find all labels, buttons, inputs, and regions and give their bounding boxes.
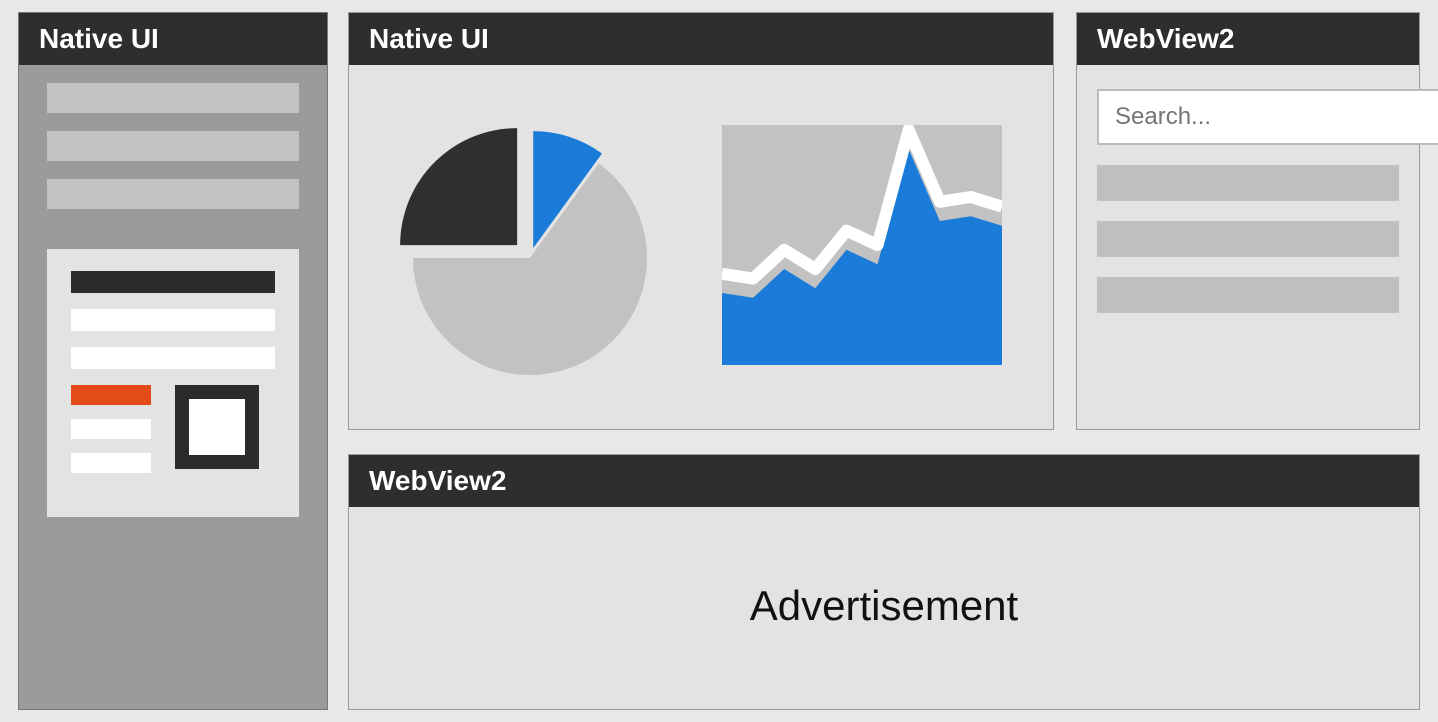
search-input[interactable]: [1097, 89, 1438, 145]
sidebar-item[interactable]: [47, 131, 299, 161]
panel-title: WebView2: [349, 455, 1419, 507]
card-text-line: [71, 309, 275, 331]
native-ui-charts-panel: Native UI: [348, 12, 1054, 430]
native-ui-sidebar-panel: Native UI: [18, 12, 328, 710]
sidebar-item[interactable]: [47, 179, 299, 209]
sidebar-item[interactable]: [47, 83, 299, 113]
card-text-line: [71, 419, 151, 439]
card-accent-bar: [71, 385, 151, 405]
result-item[interactable]: [1097, 221, 1399, 257]
panel-title: Native UI: [19, 13, 327, 65]
area-chart: [722, 125, 1002, 365]
sidebar-card: [47, 249, 299, 517]
webview2-search-panel: WebView2: [1076, 12, 1420, 430]
result-item[interactable]: [1097, 165, 1399, 201]
pie-chart: [400, 115, 660, 375]
panel-title: Native UI: [349, 13, 1053, 65]
webview2-ad-panel: WebView2 Advertisement: [348, 454, 1420, 710]
panel-title: WebView2: [1077, 13, 1419, 65]
card-heading-bar: [71, 271, 275, 293]
card-text-line: [71, 347, 275, 369]
thumbnail-icon: [175, 385, 259, 469]
advertisement-content: Advertisement: [349, 507, 1419, 705]
result-item[interactable]: [1097, 277, 1399, 313]
card-text-line: [71, 453, 151, 473]
